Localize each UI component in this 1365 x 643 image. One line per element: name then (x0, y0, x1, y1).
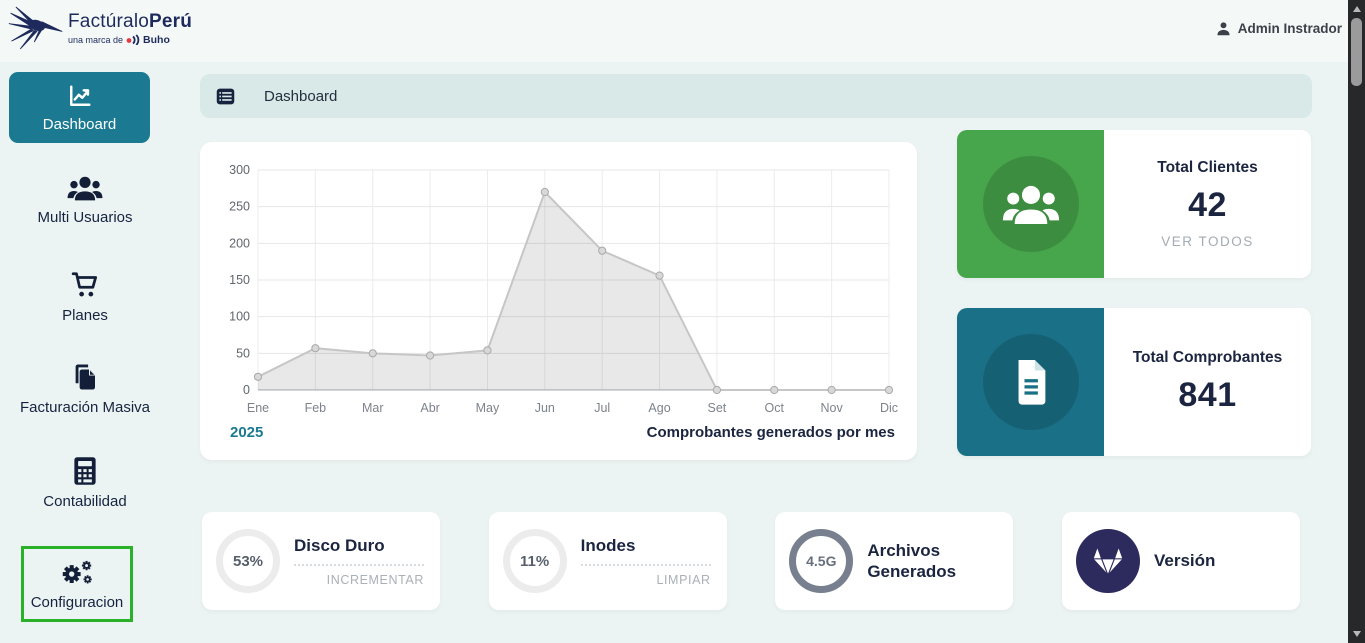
svg-text:Feb: Feb (305, 401, 327, 415)
svg-text:Abr: Abr (420, 401, 439, 415)
user-menu[interactable]: Admin Instrador (1215, 20, 1342, 37)
sidebar-item-facturacion-masiva[interactable]: Facturación Masiva (0, 362, 170, 416)
scroll-up-button[interactable] (1348, 1, 1365, 17)
brand-tagline: una marca de Buho (68, 34, 192, 46)
user-icon (1215, 20, 1232, 37)
svg-text:Nov: Nov (821, 401, 844, 415)
archivos-badge: 4.5G (789, 529, 853, 593)
brand-logo[interactable]: FactúraloPerú una marca de Buho (8, 3, 192, 53)
svg-text:Ago: Ago (648, 401, 670, 415)
shopping-cart-icon (70, 270, 100, 300)
chart-title: Comprobantes generados por mes (647, 424, 895, 441)
stat-value: 42 (1188, 186, 1227, 225)
gitlab-fox-icon (1076, 529, 1140, 593)
svg-text:150: 150 (229, 273, 250, 287)
sidebar-item-dashboard[interactable]: Dashboard (9, 72, 150, 143)
inodes-badge: 11% (503, 529, 567, 593)
sidebar-item-label: Multi Usuarios (37, 209, 132, 226)
svg-text:250: 250 (229, 200, 250, 214)
svg-text:100: 100 (229, 310, 250, 324)
total-comprobantes-accent (957, 308, 1104, 456)
svg-text:Set: Set (708, 401, 727, 415)
chart-card: 0 50 100 150 200 250 300 Ene Feb Mar Abr May Jun Jul A… (200, 142, 917, 460)
sidebar-item-label: Contabilidad (43, 493, 126, 510)
scrollbar-thumb[interactable] (1351, 18, 1362, 86)
svg-text:Jul: Jul (594, 401, 610, 415)
widget-title: Inodes (581, 535, 711, 565)
svg-text:Dic: Dic (880, 401, 898, 415)
svg-text:300: 300 (229, 163, 250, 177)
arrow-up-icon (1353, 6, 1361, 12)
sidebar-item-contabilidad[interactable]: Contabilidad (0, 456, 170, 510)
chart-line-icon (66, 82, 94, 110)
svg-text:Ene: Ene (247, 401, 269, 415)
incrementar-link[interactable]: INCREMENTAR (294, 573, 424, 587)
total-clientes-accent (957, 130, 1104, 278)
user-name: Admin Instrador (1238, 21, 1342, 36)
chart-svg: 0 50 100 150 200 250 300 Ene Feb Mar Abr May Jun Jul A… (216, 154, 901, 420)
brand-text: FactúraloPerú una marca de Buho (68, 11, 192, 46)
topbar: FactúraloPerú una marca de Buho Ad (0, 0, 1348, 62)
sidebar-item-label: Facturación Masiva (20, 399, 150, 416)
svg-text:0: 0 (243, 383, 250, 397)
widget-title: Versión (1154, 550, 1284, 571)
total-comprobantes-card[interactable]: Total Comprobantes 841 (957, 308, 1311, 456)
copy-pages-icon (70, 362, 100, 392)
chart-year-label: 2025 (230, 424, 263, 441)
page-title: Dashboard (264, 88, 337, 105)
brand-name: FactúraloPerú (68, 11, 192, 33)
arrow-down-icon (1353, 631, 1361, 637)
calculator-icon (71, 456, 99, 486)
scroll-down-button[interactable] (1348, 626, 1365, 642)
disco-duro-badge: 53% (216, 529, 280, 593)
sidebar-item-label: Configuracion (31, 594, 124, 611)
limpiar-link[interactable]: LIMPIAR (581, 573, 711, 587)
buho-sound-icon (126, 34, 140, 45)
ver-todos-link[interactable]: VER TODOS (1161, 234, 1254, 249)
svg-text:May: May (476, 401, 500, 415)
list-icon (215, 86, 236, 107)
archivos-generados-card: 4.5G Archivos Generados (775, 512, 1013, 610)
sidebar-item-multi-usuarios[interactable]: Multi Usuarios (0, 174, 170, 226)
gears-icon (60, 558, 94, 588)
hummingbird-logo-icon (8, 3, 64, 53)
widget-title: Archivos Generados (867, 540, 997, 583)
svg-text:Oct: Oct (765, 401, 785, 415)
document-icon (1008, 357, 1054, 407)
chart-footer: 2025 Comprobantes generados por mes (216, 424, 901, 441)
svg-text:200: 200 (229, 236, 250, 250)
disco-duro-card: 53% Disco Duro INCREMENTAR (202, 512, 440, 610)
users-icon (1002, 181, 1060, 227)
page-header: Dashboard (200, 74, 1312, 118)
users-icon (67, 174, 103, 202)
sidebar-item-planes[interactable]: Planes (0, 270, 170, 324)
sidebar-item-configuracion[interactable]: Configuracion (21, 546, 133, 622)
svg-text:50: 50 (236, 346, 250, 360)
stat-title: Total Comprobantes (1133, 349, 1283, 367)
widgets-row: 53% Disco Duro INCREMENTAR 11% Inodes LI… (202, 512, 1300, 610)
widget-title: Disco Duro (294, 535, 424, 565)
sidebar-item-label: Planes (62, 307, 108, 324)
stat-value: 841 (1178, 376, 1236, 415)
total-clientes-card[interactable]: Total Clientes 42 VER TODOS (957, 130, 1311, 278)
version-card: Versión (1062, 512, 1300, 610)
stat-title: Total Clientes (1157, 159, 1257, 177)
vertical-scrollbar[interactable] (1348, 0, 1365, 643)
inodes-card: 11% Inodes LIMPIAR (489, 512, 727, 610)
svg-text:Mar: Mar (362, 401, 384, 415)
svg-text:Jun: Jun (535, 401, 555, 415)
sidebar-item-label: Dashboard (43, 116, 116, 133)
